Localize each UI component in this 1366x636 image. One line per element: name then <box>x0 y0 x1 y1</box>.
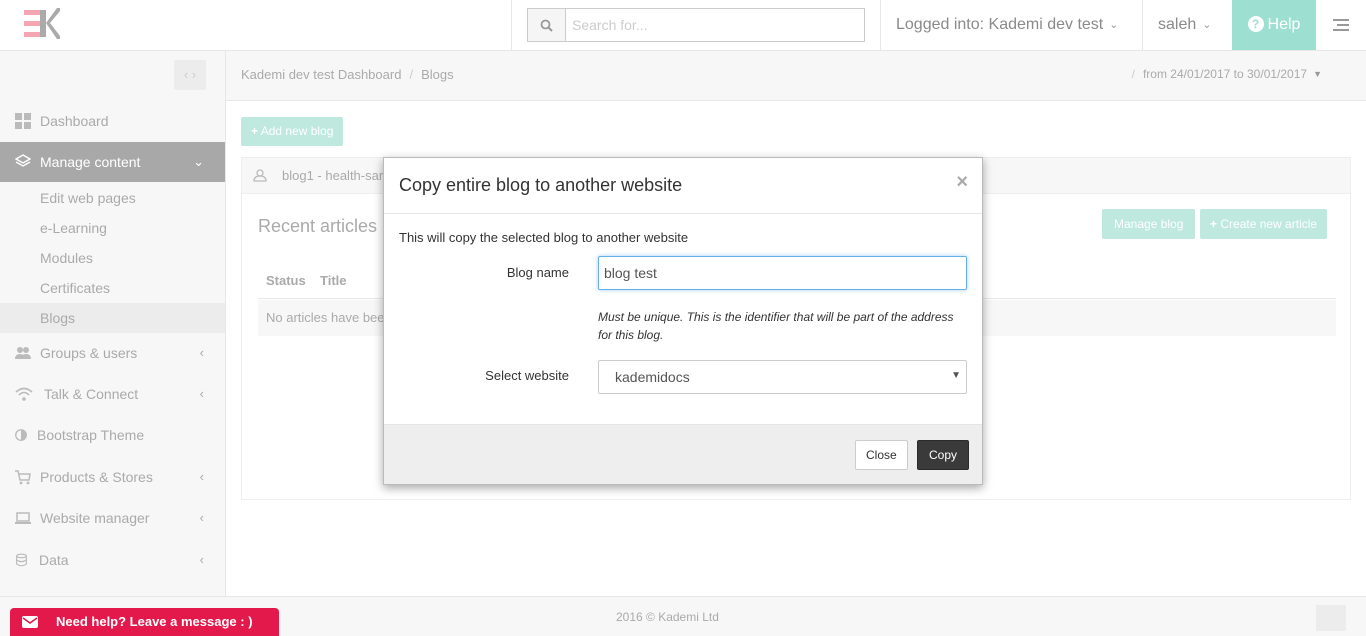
select-website-dropdown[interactable]: kademidocs ▼ <box>598 360 967 394</box>
select-website-label: Select website <box>485 368 569 383</box>
modal-footer: Close Copy <box>384 424 982 484</box>
close-button[interactable]: Close <box>855 440 908 470</box>
blog-name-help-text: Must be unique. This is the identifier t… <box>598 310 954 342</box>
blog-name-label: Blog name <box>506 265 569 280</box>
modal-description: This will copy the selected blog to anot… <box>399 230 689 245</box>
modal-header: Copy entire blog to another website × <box>384 158 982 214</box>
copy-blog-modal: Copy entire blog to another website × Th… <box>383 157 983 485</box>
copy-button[interactable]: Copy <box>917 440 970 470</box>
caret-down-icon: ▼ <box>951 370 961 381</box>
modal-title: Copy entire blog to another website <box>399 175 683 195</box>
selected-website: kademidocs <box>615 369 690 385</box>
blog-name-input[interactable] <box>598 256 967 290</box>
close-icon[interactable]: × <box>956 172 968 192</box>
